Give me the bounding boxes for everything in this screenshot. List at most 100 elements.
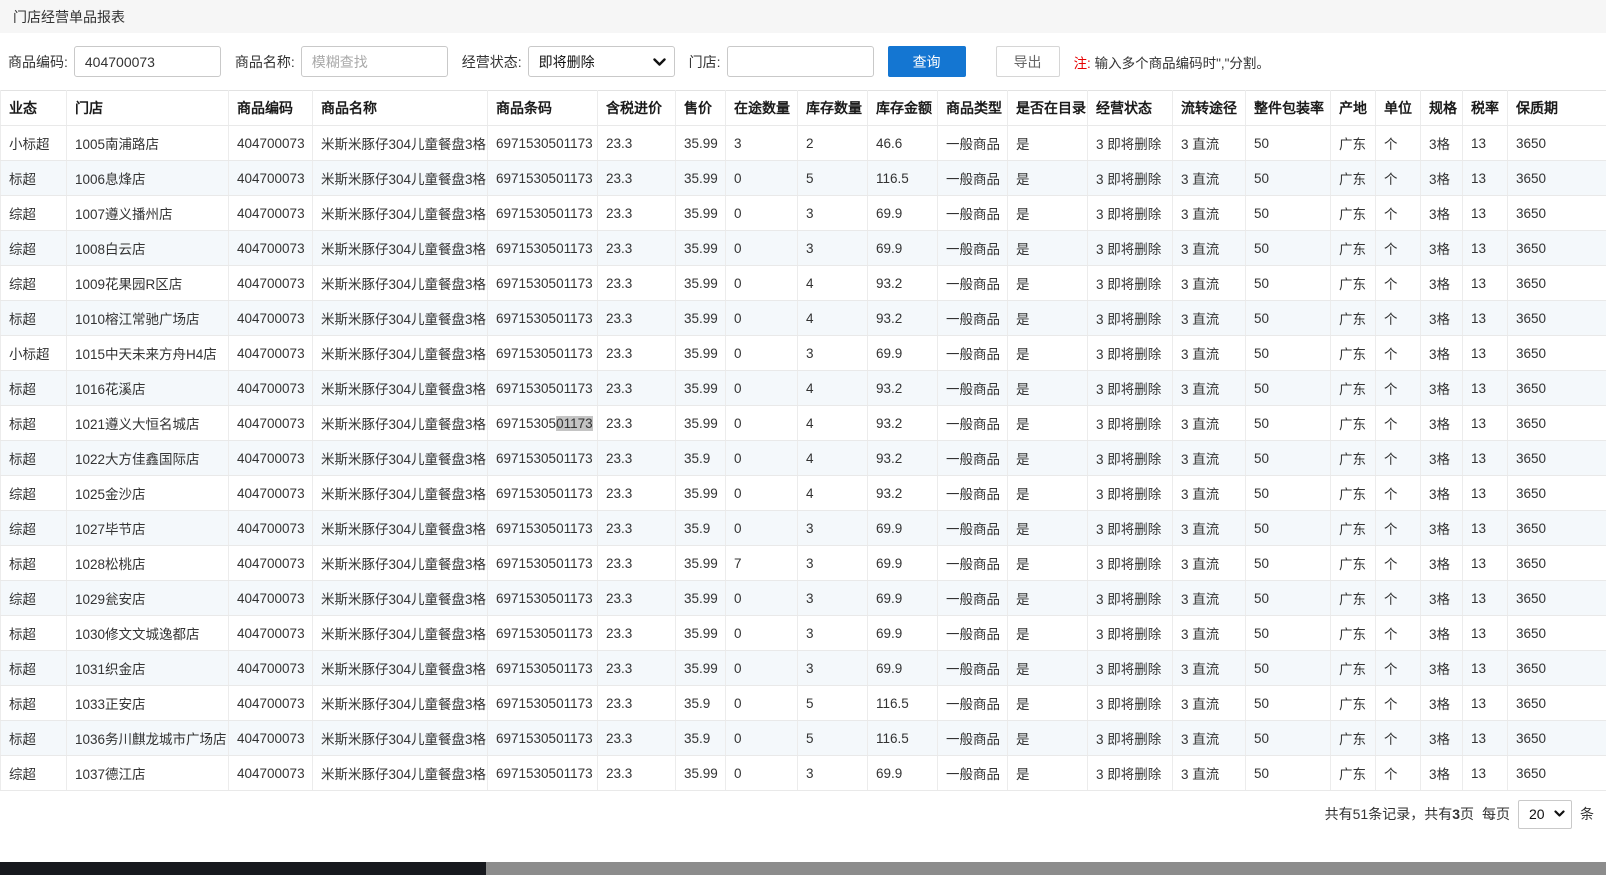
table-row: 小标超1015中天未来方舟H4店404700073米斯米豚仔304儿童餐盘3格6… xyxy=(1,336,1606,371)
table-cell: 3650 xyxy=(1508,196,1606,231)
table-row: 标超1028松桃店404700073米斯米豚仔304儿童餐盘3格69715305… xyxy=(1,546,1606,581)
table-cell: 个 xyxy=(1376,721,1421,756)
table-cell: 是 xyxy=(1008,721,1088,756)
table-cell: 3 即将删除 xyxy=(1088,546,1173,581)
table-cell: 广东 xyxy=(1331,231,1376,266)
table-cell: 50 xyxy=(1246,196,1331,231)
table-cell: 0 xyxy=(726,196,798,231)
table-cell: 综超 xyxy=(1,581,67,616)
table-cell: 35.99 xyxy=(676,301,726,336)
table-cell: 50 xyxy=(1246,546,1331,581)
table-row: 综超1007遵义播州店404700073米斯米豚仔304儿童餐盘3格697153… xyxy=(1,196,1606,231)
table-cell: 3 直流 xyxy=(1173,126,1246,161)
table-cell: 3 xyxy=(798,756,868,791)
table-cell: 标超 xyxy=(1,406,67,441)
table-cell: 一般商品 xyxy=(938,371,1008,406)
table-cell: 6971530501173 xyxy=(488,616,598,651)
table-cell: 标超 xyxy=(1,301,67,336)
scrollbar-thumb[interactable] xyxy=(0,862,486,875)
column-header: 单位 xyxy=(1376,91,1421,126)
total-pages: 3 xyxy=(1452,806,1460,822)
table-cell: 50 xyxy=(1246,231,1331,266)
table-cell: 广东 xyxy=(1331,441,1376,476)
table-cell: 3 即将删除 xyxy=(1088,336,1173,371)
table-cell: 米斯米豚仔304儿童餐盘3格 xyxy=(313,581,488,616)
table-cell: 69.9 xyxy=(868,546,938,581)
table-cell: 标超 xyxy=(1,546,67,581)
table-cell: 23.3 xyxy=(598,336,676,371)
per-page-label: 每页 xyxy=(1482,804,1510,824)
product-name-input[interactable] xyxy=(301,46,448,77)
table-cell: 404700073 xyxy=(229,616,313,651)
table-cell: 3 即将删除 xyxy=(1088,196,1173,231)
table-cell: 35.99 xyxy=(676,371,726,406)
table-cell: 3格 xyxy=(1421,196,1463,231)
table-cell: 米斯米豚仔304儿童餐盘3格 xyxy=(313,511,488,546)
column-header: 商品名称 xyxy=(313,91,488,126)
table-cell: 是 xyxy=(1008,126,1088,161)
table-cell: 3 xyxy=(726,126,798,161)
table-cell: 个 xyxy=(1376,581,1421,616)
table-cell: 1037德江店 xyxy=(67,756,229,791)
table-cell: 1005南浦路店 xyxy=(67,126,229,161)
page-title: 门店经营单品报表 xyxy=(13,7,125,27)
table-cell: 3格 xyxy=(1421,371,1463,406)
table-cell: 50 xyxy=(1246,651,1331,686)
table-cell: 米斯米豚仔304儿童餐盘3格 xyxy=(313,406,488,441)
product-code-input[interactable] xyxy=(74,46,221,77)
status-select[interactable]: 即将删除 xyxy=(528,46,675,77)
export-button[interactable]: 导出 xyxy=(996,46,1060,77)
table-cell: 广东 xyxy=(1331,266,1376,301)
per-page-select[interactable]: 20 xyxy=(1518,800,1572,829)
table-cell: 广东 xyxy=(1331,511,1376,546)
table-cell: 7 xyxy=(726,546,798,581)
column-header: 在途数量 xyxy=(726,91,798,126)
table-cell: 一般商品 xyxy=(938,441,1008,476)
table-cell: 35.99 xyxy=(676,406,726,441)
table-cell: 米斯米豚仔304儿童餐盘3格 xyxy=(313,721,488,756)
table-cell: 0 xyxy=(726,686,798,721)
table-cell: 4 xyxy=(798,301,868,336)
column-header: 商品类型 xyxy=(938,91,1008,126)
table-cell: 3 即将删除 xyxy=(1088,511,1173,546)
table-cell: 4 xyxy=(798,441,868,476)
table-cell: 116.5 xyxy=(868,686,938,721)
table-cell: 13 xyxy=(1463,406,1508,441)
table-cell: 23.3 xyxy=(598,441,676,476)
table-cell: 4 xyxy=(798,266,868,301)
table-cell: 3650 xyxy=(1508,336,1606,371)
table-cell: 1033正安店 xyxy=(67,686,229,721)
table-cell: 13 xyxy=(1463,581,1508,616)
table-cell: 6971530501173 xyxy=(488,371,598,406)
table-cell: 米斯米豚仔304儿童餐盘3格 xyxy=(313,441,488,476)
store-input[interactable] xyxy=(727,46,874,77)
table-cell: 13 xyxy=(1463,476,1508,511)
table-cell: 3格 xyxy=(1421,231,1463,266)
table-cell: 1036务川麒龙城市广场店 xyxy=(67,721,229,756)
table-cell: 0 xyxy=(726,441,798,476)
table-cell: 米斯米豚仔304儿童餐盘3格 xyxy=(313,616,488,651)
table-cell: 是 xyxy=(1008,161,1088,196)
horizontal-scrollbar[interactable] xyxy=(0,862,1606,875)
table-cell: 综超 xyxy=(1,511,67,546)
table-cell: 3 直流 xyxy=(1173,721,1246,756)
table-cell: 是 xyxy=(1008,476,1088,511)
table-cell: 0 xyxy=(726,616,798,651)
table-cell: 35.99 xyxy=(676,616,726,651)
table-cell: 1007遵义播州店 xyxy=(67,196,229,231)
table-cell: 23.3 xyxy=(598,371,676,406)
table-row: 综超1027毕节店404700073米斯米豚仔304儿童餐盘3格69715305… xyxy=(1,511,1606,546)
table-cell: 3格 xyxy=(1421,721,1463,756)
table-cell: 个 xyxy=(1376,301,1421,336)
table-cell: 0 xyxy=(726,651,798,686)
table-cell: 广东 xyxy=(1331,476,1376,511)
table-cell: 米斯米豚仔304儿童餐盘3格 xyxy=(313,231,488,266)
table-cell: 0 xyxy=(726,756,798,791)
table-cell: 6971530501173 xyxy=(488,406,598,441)
filter-product-name: 商品名称: xyxy=(235,46,448,77)
table-cell: 93.2 xyxy=(868,406,938,441)
table-cell: 个 xyxy=(1376,196,1421,231)
search-button[interactable]: 查询 xyxy=(888,46,966,77)
table-cell: 404700073 xyxy=(229,686,313,721)
table-cell: 一般商品 xyxy=(938,406,1008,441)
